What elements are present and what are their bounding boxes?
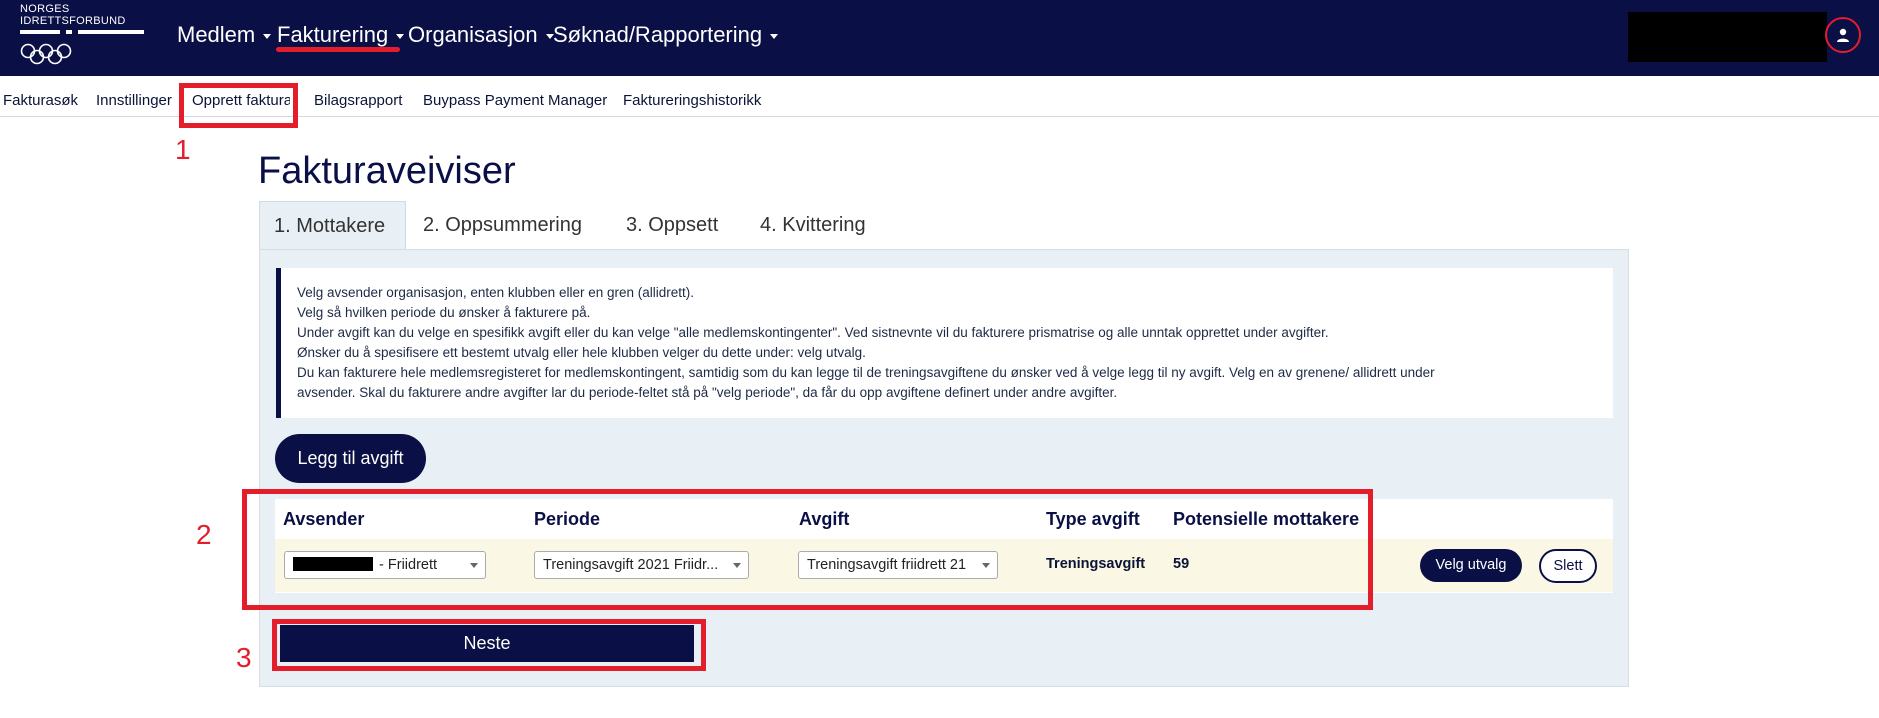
user-profile-icon[interactable] (1825, 17, 1861, 53)
subnav-bilagsrapport[interactable]: Bilagsrapport (314, 92, 402, 109)
nav-medlem[interactable]: Medlem (177, 20, 272, 50)
nav-organisasjon-label: Organisasjon (408, 22, 538, 47)
subnav-buypass[interactable]: Buypass Payment Manager (423, 92, 607, 109)
info-box: Velg avsender organisasjon, enten klubbe… (276, 268, 1613, 418)
nav-soknad-label: Søknad/Rapportering (553, 22, 763, 47)
nav-fakturering[interactable]: Fakturering (277, 20, 405, 50)
nav-organisasjon[interactable]: Organisasjon (408, 20, 554, 50)
info-line: Velg avsender organisasjon, enten klubbe… (297, 285, 694, 300)
subnav-faktureringshistorikk[interactable]: Faktureringshistorikk (623, 92, 761, 109)
nav-medlem-label: Medlem (177, 22, 256, 47)
top-navigation-bar: NORGES IDRETTSFORBUND Medlem Fakturering… (0, 0, 1879, 76)
annotation-box-3 (272, 619, 706, 671)
caret-down-icon (770, 34, 779, 39)
tab-oppsett[interactable]: 3. Oppsett (612, 201, 732, 250)
tab-kvittering[interactable]: 4. Kvittering (746, 201, 880, 250)
tab-mottakere[interactable]: 1. Mottakere (259, 201, 406, 250)
annotation-box-1 (179, 83, 298, 128)
user-avatar-icon (1837, 28, 1849, 42)
page-title: Fakturaveiviser (258, 150, 516, 192)
info-line: avsender. Skal du fakturere andre avgift… (297, 385, 1118, 400)
subnav-fakturasok[interactable]: Fakturasøk (3, 92, 78, 109)
logo-flag-bar (20, 30, 144, 34)
nif-logo[interactable]: NORGES IDRETTSFORBUND (20, 3, 144, 65)
subnav-innstillinger[interactable]: Innstillinger (96, 92, 172, 109)
slett-button[interactable]: Slett (1539, 549, 1597, 583)
info-line: Ønsker du å spesifisere ett bestemt utva… (297, 345, 866, 360)
nav-soknad-rapportering[interactable]: Søknad/Rapportering (553, 20, 779, 50)
olympic-rings-icon (20, 43, 72, 65)
velg-utvalg-button[interactable]: Velg utvalg (1420, 549, 1522, 582)
caret-down-icon (263, 34, 272, 39)
tab-oppsummering[interactable]: 2. Oppsummering (409, 201, 596, 250)
nav-fakturering-label: Fakturering (277, 22, 389, 47)
annotation-underline (276, 47, 400, 52)
logo-text: NORGES IDRETTSFORBUND (20, 3, 126, 27)
annotation-number-2: 2 (196, 519, 212, 550)
info-line: Du kan fakturere hele medlemsregisteret … (297, 365, 1435, 380)
info-line: Under avgift kan du velge en spesifikk a… (297, 325, 1329, 340)
annotation-number-3: 3 (236, 642, 252, 673)
caret-down-icon (396, 34, 405, 39)
user-name-redacted (1628, 12, 1827, 62)
annotation-number-1: 1 (175, 134, 191, 165)
annotation-box-2 (242, 489, 1373, 610)
add-fee-button[interactable]: Legg til avgift (275, 434, 426, 483)
info-line: Velg så hvilken periode du ønsker å fakt… (297, 305, 591, 320)
